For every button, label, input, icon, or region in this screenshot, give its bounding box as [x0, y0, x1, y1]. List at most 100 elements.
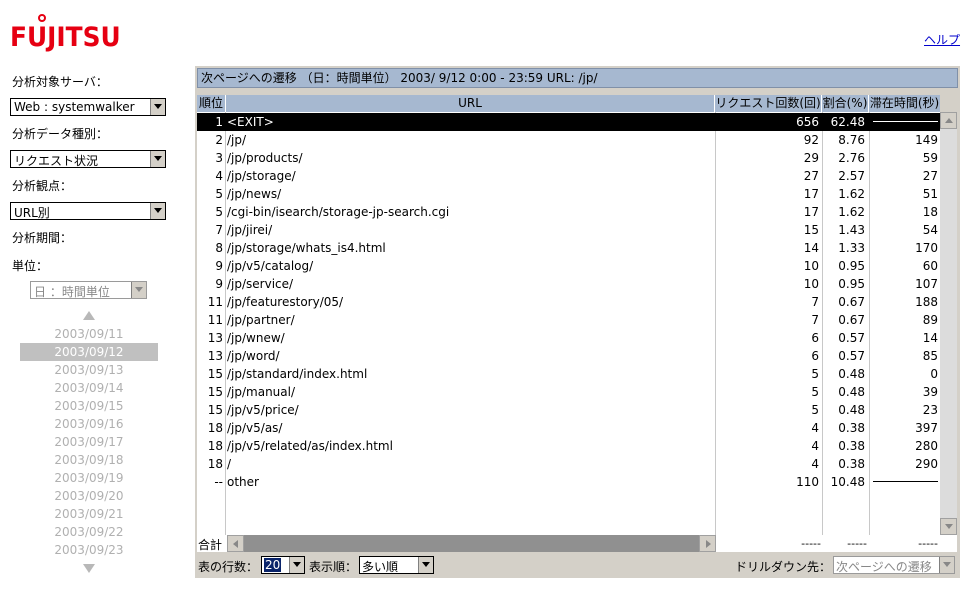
date-item[interactable]: 2003/09/11: [20, 325, 158, 343]
table-row[interactable]: 9/jp/service/10 0.95 107: [197, 275, 940, 293]
table-row[interactable]: 5/cgi-bin/isearch/storage-jp-search.cgi 1…: [197, 203, 940, 221]
date-item[interactable]: 2003/09/16: [20, 415, 158, 433]
fujitsu-logo: FUJITSU: [10, 22, 121, 53]
row-rank: 18: [207, 439, 223, 453]
table-row[interactable]: -- other 110 10.48: [197, 473, 940, 491]
header-ratio[interactable]: 割合(%): [822, 95, 869, 112]
row-ratio: 10.48: [830, 475, 865, 489]
table-row[interactable]: 18/jp/v5/related/as/index.html 4 0.38 280: [197, 437, 940, 455]
table-row[interactable]: 5/jp/news/17 1.62 51: [197, 185, 940, 203]
header-duration[interactable]: 滞在時間(秒): [869, 95, 940, 112]
datatype-select[interactable]: リクエスト状況: [10, 150, 166, 168]
date-item[interactable]: 2003/09/14: [20, 379, 158, 397]
row-requests: 5: [811, 403, 819, 417]
row-ratio: 0.95: [838, 259, 865, 273]
chevron-down-icon[interactable]: [418, 557, 433, 573]
chevron-down-icon[interactable]: [150, 203, 165, 219]
date-item[interactable]: 2003/09/20: [20, 487, 158, 505]
table-row[interactable]: 7/jp/jirei/15 1.43 54: [197, 221, 940, 239]
row-ratio: 2.57: [838, 169, 865, 183]
table-row[interactable]: 2/jp/92 8.76 149: [197, 131, 940, 149]
table-row[interactable]: 13/jp/word/6 0.57 85: [197, 347, 940, 365]
row-requests: 7: [811, 313, 819, 327]
header-requests[interactable]: リクエスト回数(回): [715, 95, 822, 112]
row-ratio: 0.67: [838, 313, 865, 327]
vertical-scrollbar[interactable]: [940, 112, 957, 535]
row-url: <EXIT>: [227, 115, 274, 129]
date-item[interactable]: 2003/09/22: [20, 523, 158, 541]
date-item[interactable]: 2003/09/23: [20, 541, 158, 559]
row-ratio: 0.57: [838, 331, 865, 345]
row-ratio: 0.38: [838, 421, 865, 435]
row-duration: 54: [922, 223, 938, 237]
row-rank: 18: [207, 421, 223, 435]
row-requests: 10: [803, 259, 819, 273]
server-select[interactable]: Web : systemwalker: [10, 98, 166, 116]
table-row[interactable]: 8/jp/storage/whats_is4.html 14 1.33 170: [197, 239, 940, 257]
date-item[interactable]: 2003/09/21: [20, 505, 158, 523]
row-url: /: [227, 457, 232, 471]
scroll-up-icon[interactable]: [940, 112, 957, 129]
date-item[interactable]: 2003/09/19: [20, 469, 158, 487]
table-row[interactable]: 18/jp/v5/as/4 0.38 397: [197, 419, 940, 437]
row-requests: 4: [811, 457, 819, 471]
help-link[interactable]: ヘルプ: [924, 31, 960, 48]
header-url[interactable]: URL: [226, 95, 715, 112]
chevron-down-icon[interactable]: [131, 282, 146, 298]
row-duration: [869, 473, 940, 491]
horizontal-scrollbar[interactable]: [227, 535, 716, 552]
scroll-down-icon[interactable]: [940, 518, 957, 535]
unit-select-value: 日 ：時間単位: [34, 285, 110, 299]
datatype-select-value: リクエスト状況: [14, 154, 99, 168]
date-scroll-down-icon[interactable]: [83, 564, 95, 573]
scroll-right-icon[interactable]: [699, 535, 716, 552]
row-rank: 5: [215, 205, 223, 219]
table-row[interactable]: 15/jp/standard/index.html 5 0.48 0: [197, 365, 940, 383]
table-row[interactable]: 18 / 4 0.38 290: [197, 455, 940, 473]
row-ratio: 0.48: [838, 385, 865, 399]
drill-select[interactable]: 次ページへの遷移: [833, 556, 955, 574]
viewpoint-label: 分析観点：: [12, 179, 73, 193]
order-select[interactable]: 多い順: [359, 556, 434, 574]
duration-placeholder-line: [873, 481, 938, 482]
chevron-down-icon[interactable]: [939, 557, 954, 573]
row-url: /jp/storage/: [227, 169, 296, 183]
header-rank[interactable]: 順位: [197, 95, 226, 112]
unit-select[interactable]: 日 ：時間単位: [30, 281, 147, 299]
table-row[interactable]: 3/jp/products/29 2.76 59: [197, 149, 940, 167]
date-item[interactable]: 2003/09/18: [20, 451, 158, 469]
chevron-down-icon[interactable]: [150, 151, 165, 167]
date-item[interactable]: 2003/09/17: [20, 433, 158, 451]
row-requests: 29: [803, 151, 819, 165]
row-url: /jp/word/: [227, 349, 280, 363]
table-row[interactable]: 1 <EXIT> 656 62.48: [197, 113, 940, 131]
row-requests: 14: [803, 241, 819, 255]
chevron-down-icon[interactable]: [150, 99, 165, 115]
row-rank: 8: [215, 241, 223, 255]
row-ratio: 0.48: [838, 367, 865, 381]
row-ratio: 0.95: [838, 277, 865, 291]
table-row[interactable]: 9/jp/v5/catalog/10 0.95 60: [197, 257, 940, 275]
scroll-left-icon[interactable]: [227, 535, 244, 552]
viewpoint-select-value: URL別: [14, 206, 50, 220]
table-row[interactable]: 11/jp/featurestory/05/7 0.67 188: [197, 293, 940, 311]
date-scroll-up-icon[interactable]: [83, 311, 95, 320]
row-rank: 15: [207, 367, 223, 381]
table-row[interactable]: 4/jp/storage/27 2.57 27: [197, 167, 940, 185]
viewpoint-select[interactable]: URL別: [10, 202, 166, 220]
table-row[interactable]: 15/jp/v5/price/5 0.48 23: [197, 401, 940, 419]
row-duration: 59: [922, 151, 938, 165]
table-row[interactable]: 15/jp/manual/5 0.48 39: [197, 383, 940, 401]
chevron-down-icon[interactable]: [289, 557, 304, 573]
table-row[interactable]: 11/jp/partner/7 0.67 89: [197, 311, 940, 329]
rows-select[interactable]: 20: [261, 556, 305, 574]
row-requests: 17: [803, 187, 819, 201]
row-duration: 27: [922, 169, 938, 183]
row-ratio: 0.67: [838, 295, 865, 309]
table-row[interactable]: 13/jp/wnew/6 0.57 14: [197, 329, 940, 347]
date-item[interactable]: 2003/09/15: [20, 397, 158, 415]
date-item[interactable]: 2003/09/13: [20, 361, 158, 379]
row-requests: 17: [803, 205, 819, 219]
date-item[interactable]: 2003/09/12: [20, 343, 158, 361]
row-rank: 13: [207, 331, 223, 345]
